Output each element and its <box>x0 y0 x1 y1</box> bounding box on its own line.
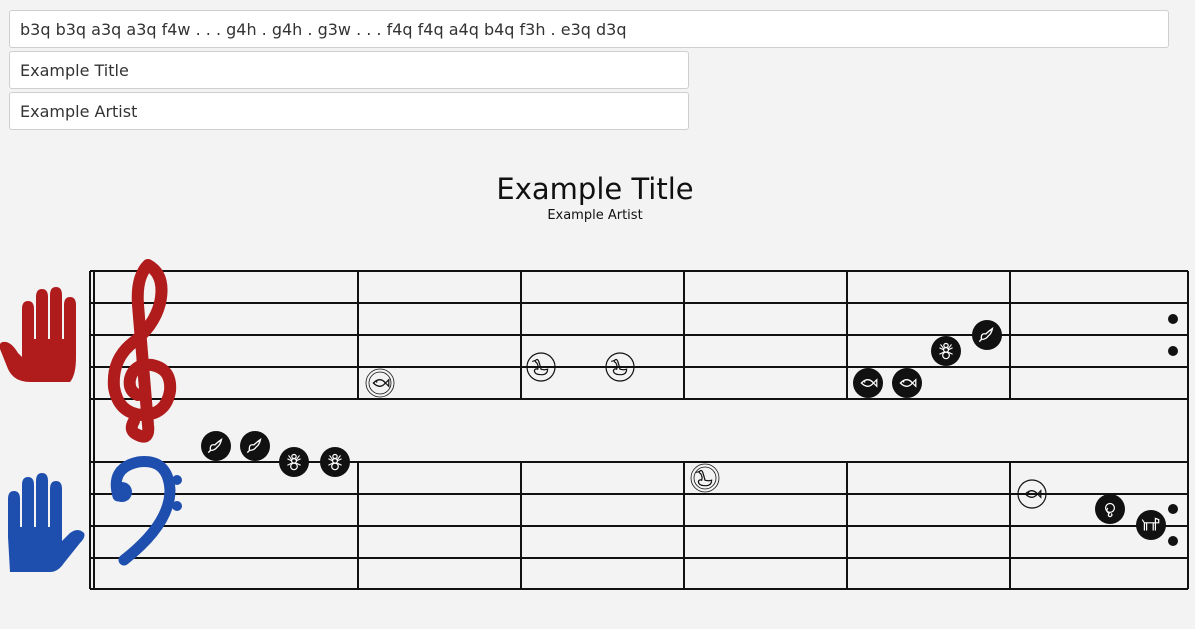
goose-icon <box>695 469 713 487</box>
staff-lines <box>89 270 1189 590</box>
note-f4-fish <box>892 368 922 398</box>
note-e3-elephant <box>1095 494 1125 524</box>
note-a4-ant <box>931 336 961 366</box>
left-hand-icon <box>8 473 85 572</box>
note-head <box>972 320 1002 350</box>
music-score <box>0 259 1189 590</box>
note-a3-ant <box>320 447 350 477</box>
right-hand-icon <box>0 287 76 382</box>
note-head <box>279 447 309 477</box>
repeat-dot <box>1168 346 1178 356</box>
note-head <box>1095 494 1125 524</box>
note-d3-dog <box>1136 510 1166 540</box>
note-b3-bird <box>240 431 270 461</box>
note-head <box>320 447 350 477</box>
note-ring <box>368 371 392 395</box>
note-b3-bird <box>201 431 231 461</box>
note-a3-ant <box>279 447 309 477</box>
note-head <box>240 431 270 461</box>
note-b4-bird <box>972 320 1002 350</box>
note-head <box>853 368 883 398</box>
note-g3-goose <box>690 463 720 493</box>
note-f4-fish <box>853 368 883 398</box>
note-f4-fish <box>365 368 395 398</box>
repeat-dot <box>1168 536 1178 546</box>
treble-clef-icon <box>107 259 177 443</box>
note-head <box>365 368 395 398</box>
repeat-dot <box>1168 314 1178 324</box>
bass-clef-icon <box>110 456 182 566</box>
note-head <box>931 336 961 366</box>
note-head <box>1136 510 1166 540</box>
note-head <box>892 368 922 398</box>
repeat-dot <box>1168 504 1178 514</box>
note-head <box>201 431 231 461</box>
fish-icon <box>372 379 390 387</box>
